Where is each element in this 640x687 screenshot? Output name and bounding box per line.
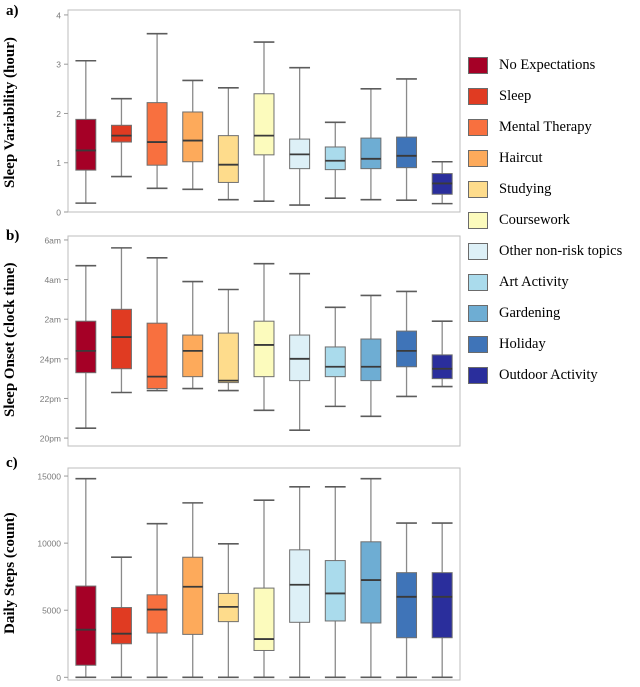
legend-item-label: Holiday xyxy=(499,336,546,352)
box-iqr[interactable] xyxy=(396,136,418,169)
legend-swatch-icon xyxy=(468,305,488,322)
box-iqr[interactable] xyxy=(324,560,346,622)
legend-item-label: Mental Therapy xyxy=(499,119,592,135)
y-axis-tick-label: 20pm xyxy=(40,434,61,444)
box-iqr[interactable] xyxy=(217,332,239,384)
legend-item[interactable]: Mental Therapy xyxy=(468,112,640,143)
legend-item-label: Outdoor Activity xyxy=(499,367,598,383)
y-axis-tick-label: 24pm xyxy=(40,354,61,364)
legend-item-label: Other non-risk topics xyxy=(499,243,623,259)
box-iqr[interactable] xyxy=(217,135,239,183)
box-iqr[interactable] xyxy=(75,118,97,171)
legend-item[interactable]: Art Activity xyxy=(468,267,640,298)
panel-c: 0 5000 10000 15000 xyxy=(37,467,461,683)
y-axis-tick-label: 0 xyxy=(56,673,61,683)
box-iqr[interactable] xyxy=(182,111,204,163)
box-iqr[interactable] xyxy=(289,334,311,382)
legend-item[interactable]: No Expectations xyxy=(468,50,640,81)
legend-swatch-icon xyxy=(468,57,488,74)
box-iqr[interactable] xyxy=(146,594,168,634)
legend: No Expectations Sleep Mental Therapy Haircu… xyxy=(468,50,640,391)
panel-a: 0 1 2 3 4 xyxy=(56,9,461,218)
y-axis-tick-label: 0 xyxy=(56,208,61,218)
legend-swatch-icon xyxy=(468,212,488,229)
box-iqr[interactable] xyxy=(75,320,97,374)
y-axis-tick-label: 22pm xyxy=(40,394,61,404)
legend-item-label: Haircut xyxy=(499,150,543,166)
legend-swatch-icon xyxy=(468,243,488,260)
y-axis-tick-label: 6am xyxy=(44,235,61,245)
legend-swatch-icon xyxy=(468,367,488,384)
box-iqr[interactable] xyxy=(146,322,168,390)
box-iqr[interactable] xyxy=(110,124,132,143)
legend-item[interactable]: Other non-risk topics xyxy=(468,236,640,267)
box-iqr[interactable] xyxy=(324,146,346,171)
box-iqr[interactable] xyxy=(396,572,418,639)
box-iqr[interactable] xyxy=(289,549,311,623)
box-iqr[interactable] xyxy=(360,338,382,382)
legend-item[interactable]: Studying xyxy=(468,174,640,205)
legend-swatch-icon xyxy=(468,88,488,105)
box-iqr[interactable] xyxy=(182,334,204,378)
box-iqr[interactable] xyxy=(360,541,382,624)
figure-root: a) b) c) Sleep Variability (hour) Sleep … xyxy=(0,0,640,687)
box-iqr[interactable] xyxy=(75,585,97,666)
legend-swatch-icon xyxy=(468,274,488,291)
y-axis-tick-label: 5000 xyxy=(42,606,61,616)
box-iqr[interactable] xyxy=(110,308,132,370)
legend-item-label: No Expectations xyxy=(499,57,596,73)
box-iqr[interactable] xyxy=(253,320,275,378)
legend-item[interactable]: Haircut xyxy=(468,143,640,174)
box-iqr[interactable] xyxy=(110,607,132,645)
legend-item[interactable]: Holiday xyxy=(468,329,640,360)
panel-b: 20pm 22pm 24pm 2am 4am 6am xyxy=(40,235,461,447)
box-iqr[interactable] xyxy=(253,587,275,651)
box-iqr[interactable] xyxy=(431,572,453,639)
legend-item[interactable]: Gardening xyxy=(468,298,640,329)
box-iqr[interactable] xyxy=(396,330,418,368)
box-iqr[interactable] xyxy=(431,354,453,380)
box-iqr[interactable] xyxy=(146,102,168,166)
y-axis-tick-label: 15000 xyxy=(37,472,61,482)
legend-item-label: Coursework xyxy=(499,212,570,228)
y-axis-tick-label: 4 xyxy=(56,10,61,20)
legend-item-label: Gardening xyxy=(499,305,561,321)
y-axis-tick-label: 1 xyxy=(56,158,61,168)
box-iqr[interactable] xyxy=(324,346,346,378)
y-axis-tick-label: 2 xyxy=(56,109,61,119)
legend-item-label: Studying xyxy=(499,181,552,197)
y-axis-tick-label: 3 xyxy=(56,60,61,70)
legend-swatch-icon xyxy=(468,119,488,136)
box-iqr[interactable] xyxy=(360,137,382,170)
y-axis-tick-label: 4am xyxy=(44,275,61,285)
y-axis-tick-label: 10000 xyxy=(37,539,61,549)
legend-item[interactable]: Sleep xyxy=(468,81,640,112)
box-iqr[interactable] xyxy=(182,556,204,635)
legend-swatch-icon xyxy=(468,181,488,198)
legend-item-label: Sleep xyxy=(499,88,532,104)
legend-swatch-icon xyxy=(468,150,488,167)
legend-item-label: Art Activity xyxy=(499,274,569,290)
legend-item[interactable]: Outdoor Activity xyxy=(468,360,640,391)
legend-swatch-icon xyxy=(468,336,488,353)
box-iqr[interactable] xyxy=(253,93,275,156)
y-axis-tick-label: 2am xyxy=(44,315,61,325)
legend-item[interactable]: Coursework xyxy=(468,205,640,236)
